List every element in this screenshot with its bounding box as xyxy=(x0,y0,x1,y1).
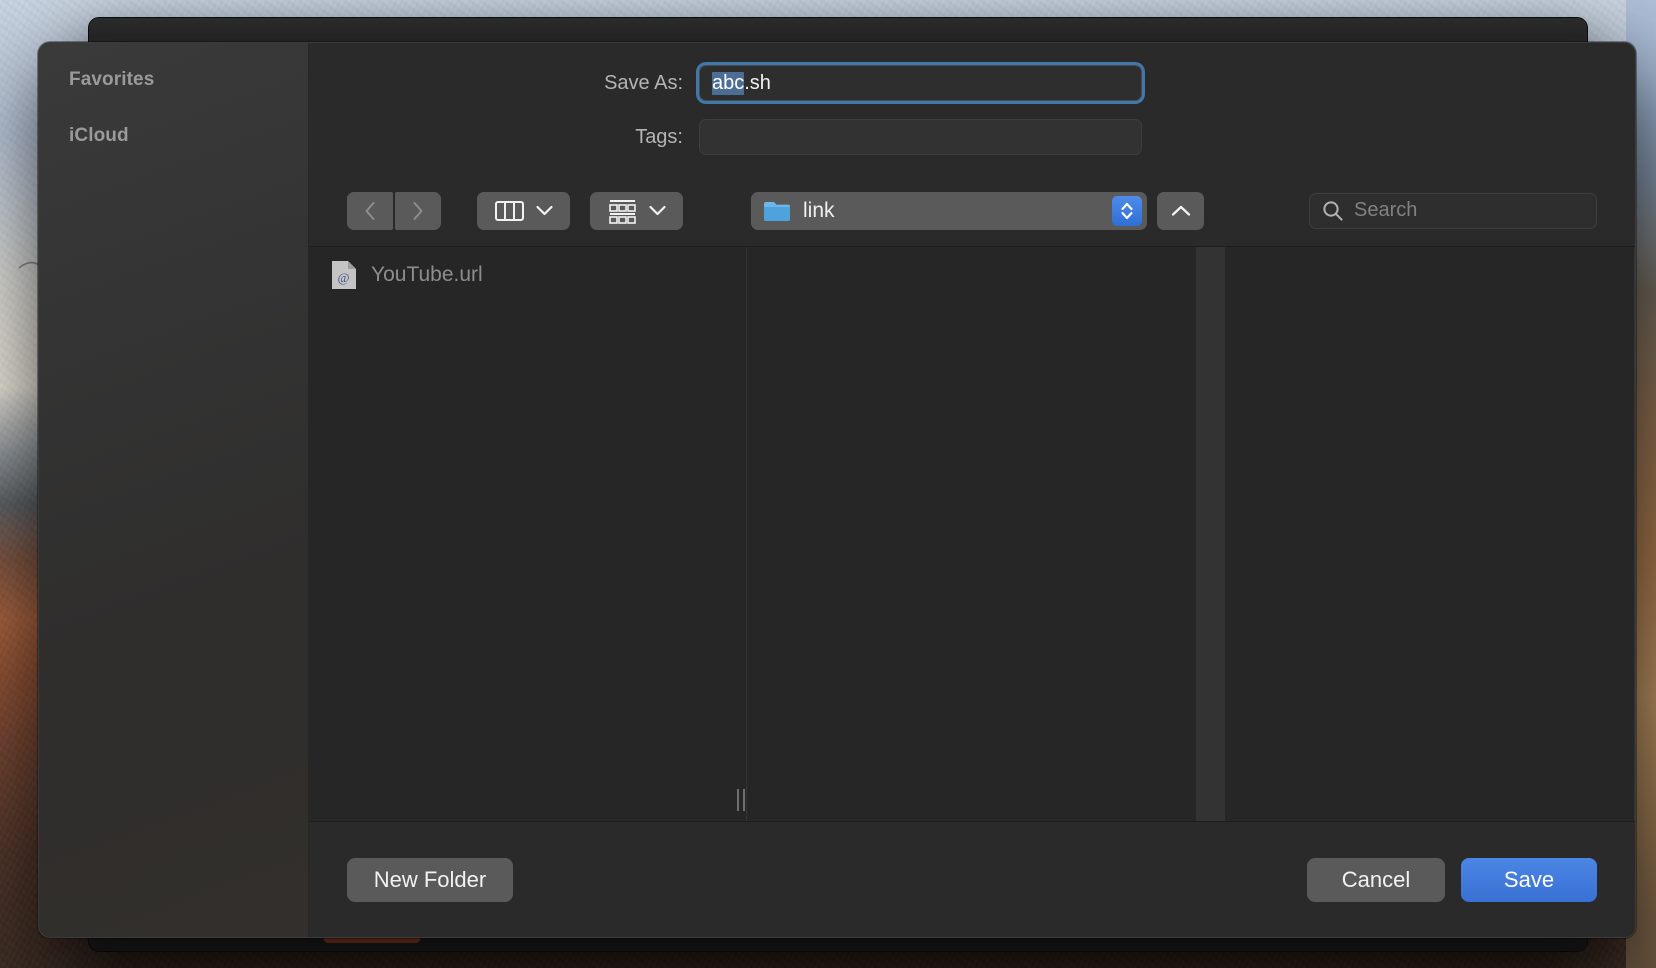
path-stepper-icon[interactable] xyxy=(1112,195,1142,226)
chevron-left-icon xyxy=(365,201,375,220)
save-dialog: Favorites iCloud Save As: abc.sh Tags: xyxy=(38,42,1636,938)
path-label: link xyxy=(803,198,835,222)
go-up-button[interactable] xyxy=(1157,191,1204,230)
forward-button[interactable] xyxy=(395,191,441,230)
search-icon xyxy=(1323,200,1343,221)
file-browser-column-2[interactable] xyxy=(747,247,1197,821)
column-view-icon xyxy=(494,200,524,221)
chevron-up-icon xyxy=(1171,205,1190,216)
view-mode-button[interactable] xyxy=(477,191,570,230)
group-by-icon xyxy=(608,199,636,224)
tags-label: Tags: xyxy=(635,125,683,148)
url-document-icon: @ xyxy=(332,261,356,289)
search-placeholder: Search xyxy=(1354,199,1418,221)
file-browser-column-1[interactable]: @ YouTube.url xyxy=(309,247,747,821)
new-folder-button[interactable]: New Folder xyxy=(347,857,513,902)
blue-folder-icon xyxy=(763,200,791,222)
sidebar-section-icloud[interactable]: iCloud xyxy=(39,125,308,147)
search-input[interactable]: Search xyxy=(1309,192,1597,229)
list-item-label: YouTube.url xyxy=(371,263,483,286)
save-as-selected-text: abc xyxy=(712,71,745,95)
tags-input[interactable] xyxy=(699,119,1142,155)
save-as-row: Save As: abc .sh xyxy=(309,65,1635,101)
tags-row: Tags: xyxy=(309,119,1635,155)
save-as-extension-text: .sh xyxy=(744,71,771,94)
form-area: Save As: abc .sh Tags: xyxy=(309,43,1635,175)
back-button[interactable] xyxy=(347,191,393,230)
path-popup-button[interactable]: link xyxy=(751,191,1147,230)
save-as-label: Save As: xyxy=(604,71,683,94)
file-browser: @ YouTube.url xyxy=(309,247,1635,821)
dialog-footer: New Folder Cancel Save xyxy=(309,821,1635,937)
column-resizer-1[interactable] xyxy=(735,787,746,813)
cancel-button[interactable]: Cancel xyxy=(1307,857,1445,902)
group-by-button[interactable] xyxy=(590,191,683,230)
chevron-down-icon xyxy=(535,205,553,216)
save-button[interactable]: Save xyxy=(1461,857,1597,902)
svg-text:@: @ xyxy=(338,270,350,285)
chevron-right-icon xyxy=(413,201,423,220)
file-browser-gap xyxy=(1197,247,1225,821)
dialog-main: Save As: abc .sh Tags: link Search @ You… xyxy=(309,43,1635,937)
list-item[interactable]: @ YouTube.url xyxy=(309,257,746,293)
sidebar: Favorites iCloud xyxy=(39,43,309,937)
sidebar-section-favorites[interactable]: Favorites xyxy=(39,69,308,91)
browser-toolbar: link Search xyxy=(309,175,1635,247)
save-as-input[interactable]: abc .sh xyxy=(699,65,1142,101)
chevron-down-icon xyxy=(648,205,666,216)
file-browser-column-3[interactable] xyxy=(1225,247,1635,821)
